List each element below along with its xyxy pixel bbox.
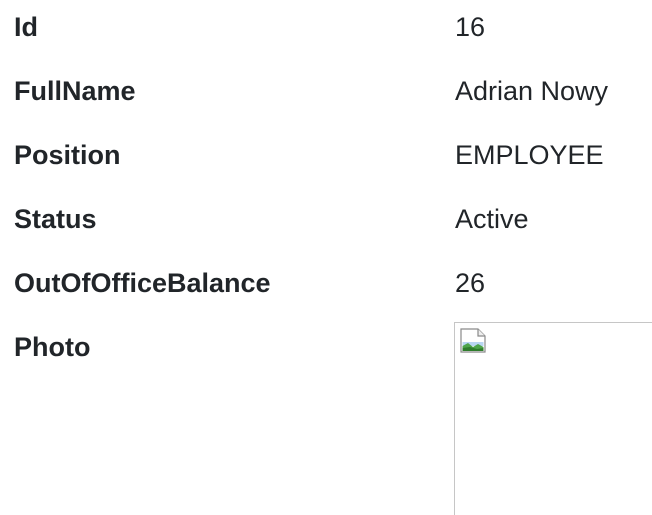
detail-label: Photo (14, 332, 91, 362)
detail-row-status: Status Active (0, 199, 652, 239)
detail-label: Status (14, 204, 97, 234)
detail-label: Position (14, 140, 121, 170)
detail-value: 26 (455, 268, 486, 298)
detail-value: EMPLOYEE (455, 140, 604, 170)
broken-image-icon (460, 328, 486, 353)
detail-label: Id (14, 12, 38, 42)
detail-row-id: Id 16 (0, 7, 652, 47)
detail-value: 16 (455, 12, 486, 42)
detail-label: FullName (14, 76, 136, 106)
detail-value: Adrian Nowy (455, 76, 609, 106)
detail-row-outofofficebalance: OutOfOfficeBalance 26 (0, 263, 652, 303)
detail-row-position: Position EMPLOYEE (0, 135, 652, 175)
employee-photo (454, 322, 652, 515)
detail-row-fullname: FullName Adrian Nowy (0, 71, 652, 111)
detail-value: Active (455, 204, 529, 234)
detail-label: OutOfOfficeBalance (14, 268, 271, 298)
